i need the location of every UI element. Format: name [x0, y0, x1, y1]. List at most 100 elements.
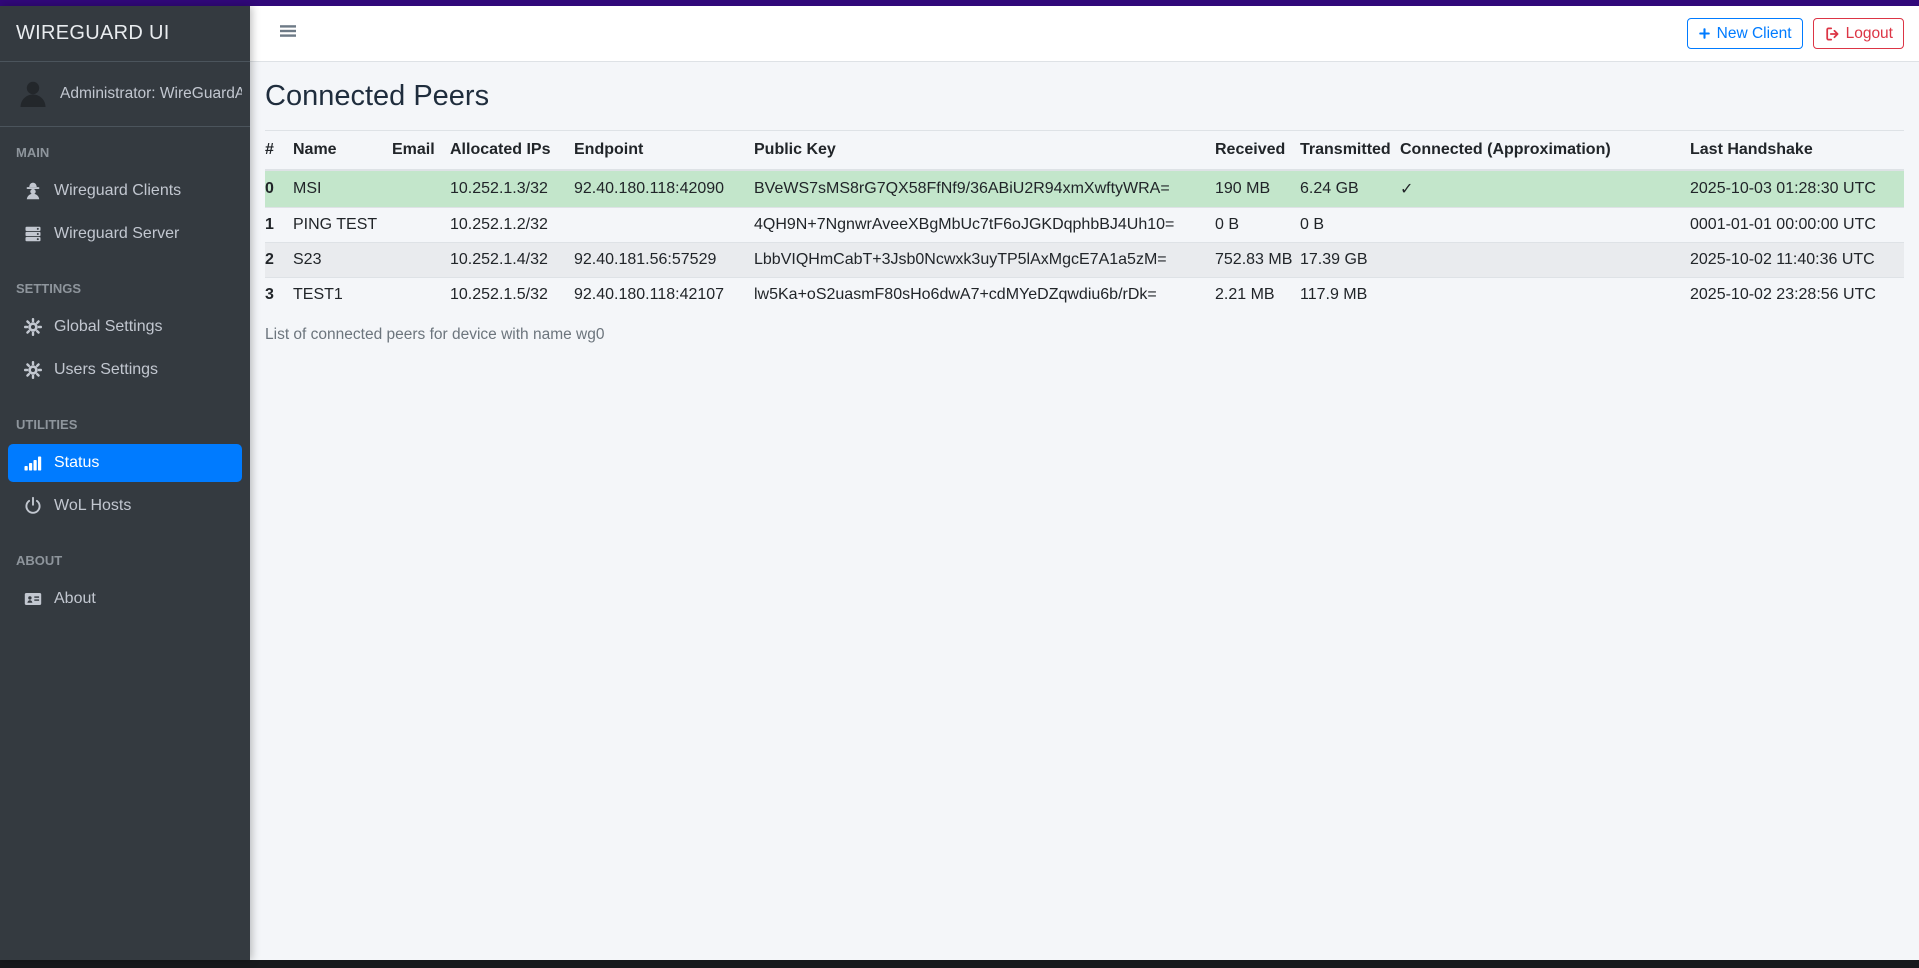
cell-allocated_ips: 10.252.1.4/32	[450, 243, 574, 278]
cell-public_key: lw5Ka+oS2uasmF80sHo6dwA7+cdMYeDZqwdiu6b/…	[754, 278, 1215, 313]
cell-index: 3	[265, 278, 293, 313]
sidebar-item-about[interactable]: About	[8, 580, 242, 618]
column-header: #	[265, 131, 293, 171]
cell-allocated_ips: 10.252.1.3/32	[450, 170, 574, 208]
cell-connected	[1400, 243, 1690, 278]
cell-connected: ✓	[1400, 170, 1690, 208]
column-header: Connected (Approximation)	[1400, 131, 1690, 171]
user-secret-icon	[20, 181, 46, 201]
address-card-icon	[20, 589, 46, 609]
cell-email	[392, 243, 450, 278]
column-header: Email	[392, 131, 450, 171]
gear-icon	[20, 317, 46, 337]
table-row: 3TEST1 10.252.1.5/3292.40.180.118:42107lw…	[265, 278, 1904, 313]
sidebar-item-label: Wireguard Clients	[54, 182, 181, 200]
new-client-label: New Client	[1717, 23, 1792, 45]
cell-endpoint: 92.40.180.118:42107	[574, 278, 754, 313]
table-caption: List of connected peers for device with …	[265, 326, 1904, 344]
cell-public_key: 4QH9N+7NgnwrAveeXBgMbUc7tF6oJGKDqphbBJ4U…	[754, 208, 1215, 243]
menu-toggle-button[interactable]	[273, 16, 303, 51]
brand-link[interactable]: WIREGUARD UI	[0, 6, 250, 62]
sidebar-item-label: Status	[54, 454, 99, 472]
content-area: Connected Peers #NameEmailAllocated IPsE…	[250, 62, 1919, 960]
table-row: 0MSI 10.252.1.3/3292.40.180.118:42090BVeW…	[265, 170, 1904, 208]
table-row: 2S23 10.252.1.4/3292.40.181.56:57529LbbVI…	[265, 243, 1904, 278]
sidebar-item-wol-hosts[interactable]: WoL Hosts	[8, 487, 242, 525]
page-title: Connected Peers	[265, 80, 1904, 113]
cell-endpoint	[574, 208, 754, 243]
sidebar-item-label: About	[54, 590, 96, 608]
column-header: Received	[1215, 131, 1300, 171]
cell-email	[392, 170, 450, 208]
nav-section-label: SETTINGS	[0, 269, 250, 308]
cell-last_handshake: 2025-10-03 01:28:30 UTC	[1690, 170, 1904, 208]
sidebar-item-label: WoL Hosts	[54, 497, 131, 515]
cell-last_handshake: 0001-01-01 00:00:00 UTC	[1690, 208, 1904, 243]
cell-name: TEST1	[293, 278, 392, 313]
cell-received: 752.83 MB	[1215, 243, 1300, 278]
cell-index: 1	[265, 208, 293, 243]
power-icon	[20, 496, 46, 516]
column-header: Public Key	[754, 131, 1215, 171]
cell-received: 2.21 MB	[1215, 278, 1300, 313]
top-navbar: New Client Logout	[250, 6, 1919, 62]
cell-public_key: LbbVIQHmCabT+3Jsb0Ncwxk3uyTP5lAxMgcE7A1a…	[754, 243, 1215, 278]
cell-transmitted: 6.24 GB	[1300, 170, 1400, 208]
column-header: Allocated IPs	[450, 131, 574, 171]
column-header: Transmitted	[1300, 131, 1400, 171]
sidebar-item-label: Wireguard Server	[54, 225, 179, 243]
cell-endpoint: 92.40.181.56:57529	[574, 243, 754, 278]
sidebar-item-status[interactable]: Status	[8, 444, 242, 482]
cell-connected	[1400, 278, 1690, 313]
cell-last_handshake: 2025-10-02 11:40:36 UTC	[1690, 243, 1904, 278]
gear-icon	[20, 360, 46, 380]
sidebar-item-users-settings[interactable]: Users Settings	[8, 351, 242, 389]
sidebar-item-label: Global Settings	[54, 318, 163, 336]
cell-allocated_ips: 10.252.1.5/32	[450, 278, 574, 313]
table-row: 1PING TEST 10.252.1.2/32 4QH9N+7NgnwrAveeX…	[265, 208, 1904, 243]
new-client-button[interactable]: New Client	[1687, 18, 1803, 50]
cell-index: 2	[265, 243, 293, 278]
brand-text: WIREGUARD UI	[16, 22, 170, 45]
column-header: Name	[293, 131, 392, 171]
main-area: New Client Logout Connected Peers #NameE…	[250, 6, 1919, 960]
sidebar-item-wireguard-server[interactable]: Wireguard Server	[8, 215, 242, 253]
table-body: 0MSI 10.252.1.3/3292.40.180.118:42090BVeW…	[265, 170, 1904, 312]
column-header: Last Handshake	[1690, 131, 1904, 171]
cell-connected	[1400, 208, 1690, 243]
cell-endpoint: 92.40.180.118:42090	[574, 170, 754, 208]
logout-button[interactable]: Logout	[1813, 18, 1904, 50]
sidebar-item-wireguard-clients[interactable]: Wireguard Clients	[8, 172, 242, 210]
hamburger-icon	[279, 22, 297, 45]
cell-allocated_ips: 10.252.1.2/32	[450, 208, 574, 243]
user-avatar-icon	[16, 77, 50, 111]
sidebar: WIREGUARD UI Administrator: WireGuardAc …	[0, 6, 250, 960]
nav-section-label: ABOUT	[0, 541, 250, 580]
cell-received: 0 B	[1215, 208, 1300, 243]
sidebar-item-global-settings[interactable]: Global Settings	[8, 308, 242, 346]
nav-section-label: UTILITIES	[0, 405, 250, 444]
chart-bars-icon	[20, 453, 46, 473]
cell-name: PING TEST	[293, 208, 392, 243]
sign-out-icon	[1824, 26, 1840, 42]
server-icon	[20, 224, 46, 244]
nav-section-label: MAIN	[0, 133, 250, 172]
cell-transmitted: 0 B	[1300, 208, 1400, 243]
cell-public_key: BVeWS7sMS8rG7QX58FfNf9/36ABiU2R94xmXwfty…	[754, 170, 1215, 208]
sidebar-nav: MAIN Wireguard Clients Wireguard Server SET…	[0, 127, 250, 623]
connected-peers-table: #NameEmailAllocated IPsEndpointPublic Ke…	[265, 130, 1904, 312]
table-head: #NameEmailAllocated IPsEndpointPublic Ke…	[265, 131, 1904, 171]
column-header: Endpoint	[574, 131, 754, 171]
cell-transmitted: 17.39 GB	[1300, 243, 1400, 278]
user-name: Administrator: WireGuardAc	[60, 85, 242, 103]
plus-icon	[1698, 27, 1711, 40]
logout-label: Logout	[1846, 23, 1893, 45]
app-layout: WIREGUARD UI Administrator: WireGuardAc …	[0, 6, 1919, 960]
sidebar-item-label: Users Settings	[54, 361, 158, 379]
cell-transmitted: 117.9 MB	[1300, 278, 1400, 313]
cell-email	[392, 208, 450, 243]
cell-index: 0	[265, 170, 293, 208]
cell-received: 190 MB	[1215, 170, 1300, 208]
cell-name: MSI	[293, 170, 392, 208]
cell-name: S23	[293, 243, 392, 278]
